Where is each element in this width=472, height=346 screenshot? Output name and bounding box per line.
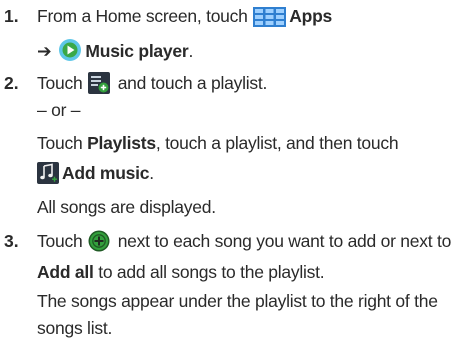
step-3-line-2: Add all to add all songs to the playlist…	[37, 261, 325, 283]
step-3-touch-word: Touch	[37, 231, 83, 251]
step-2-number: 2.	[4, 73, 19, 93]
step-3-result-line-1: The songs appear under the playlist to t…	[37, 291, 438, 311]
step-1-line-1: From a Home screen, touch Apps	[37, 5, 332, 32]
step-1-line-2: ➔ Music player.	[37, 38, 193, 67]
arrow-icon: ➔	[37, 41, 52, 61]
apps-label: Apps	[289, 6, 332, 26]
step-2-alt-line: Touch Playlists, touch a playlist, and t…	[37, 132, 399, 154]
add-all-label: Add all	[37, 262, 94, 282]
step-2-line-1: Touch and touch a playlist.	[37, 72, 267, 99]
apps-grid-icon	[253, 7, 287, 32]
step-3-number: 3.	[4, 231, 19, 251]
step-2-add-music-line: Add music.	[37, 162, 154, 189]
add-music-label: Add music	[62, 163, 150, 183]
step-2-or: – or –	[37, 100, 81, 120]
step-1-text: From a Home screen, touch	[37, 6, 253, 26]
step-2-alt-pre: Touch	[37, 133, 88, 153]
step-2-text: and touch a playlist.	[113, 73, 268, 93]
add-music-icon	[37, 162, 59, 189]
step-3-line-2-text: to add all songs to the playlist.	[93, 262, 325, 282]
step-3-line-1: Touch next to each song you want to add …	[37, 230, 451, 257]
step-2-touch-word: Touch	[37, 73, 83, 93]
step-2-period: .	[149, 163, 154, 183]
step-3-result-line-2: songs list.	[37, 318, 113, 338]
add-to-playlist-icon	[88, 72, 111, 99]
playlists-label: Playlists	[87, 133, 156, 153]
music-player-icon	[58, 38, 82, 67]
step-3-text: next to each song you want to add or nex…	[113, 231, 452, 251]
music-player-label: Music player	[85, 41, 189, 61]
instruction-page: 1. From a Home screen, touch Apps ➔ Musi…	[0, 0, 472, 346]
add-circle-icon	[88, 230, 110, 257]
step-2-result: All songs are displayed.	[37, 197, 216, 217]
step-2-alt-post: , touch a playlist, and then touch	[155, 133, 399, 153]
step-1-number: 1.	[4, 6, 19, 26]
step-1-period: .	[188, 41, 194, 61]
